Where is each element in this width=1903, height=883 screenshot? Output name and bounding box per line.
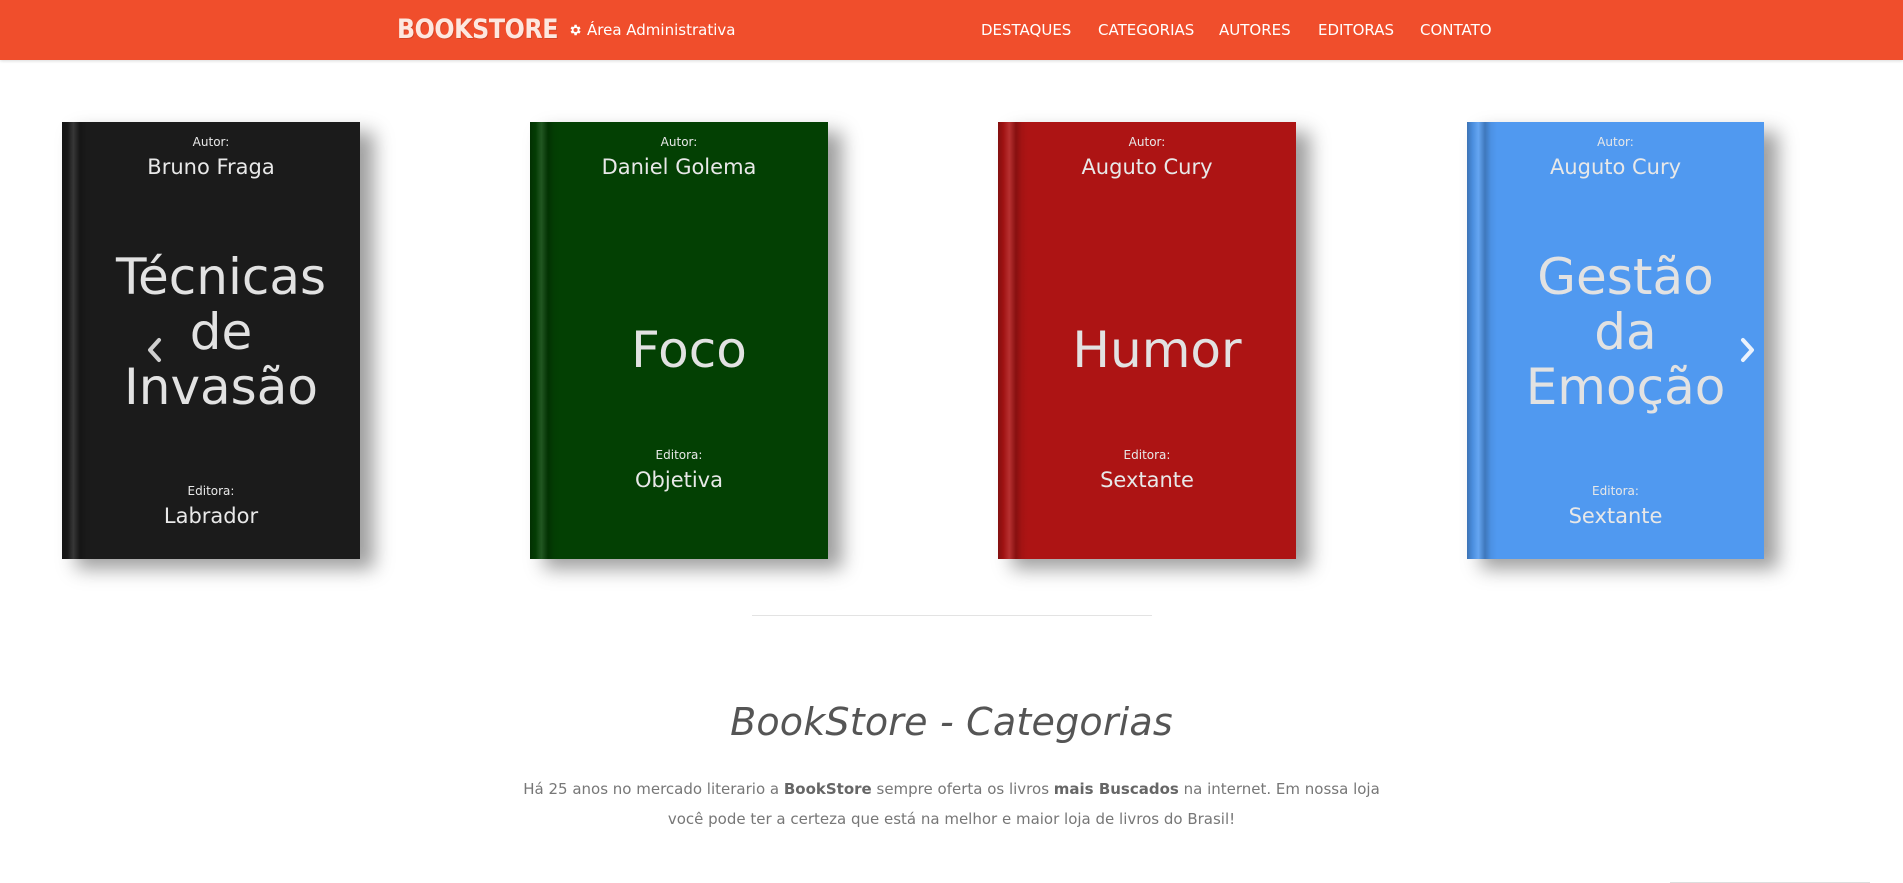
publisher-name: Sextante [1100,468,1194,492]
publisher-name: Labrador [163,504,259,528]
book-title-line: de [189,303,253,361]
brand-logo[interactable]: BOOKSTORE [397,11,558,49]
section-divider [752,615,1152,616]
section-description: Há 25 anos no mercado literario a BookSt… [520,774,1383,834]
book-title: Técnicas de Invasão [82,250,360,415]
nav-item-editoras[interactable]: EDITORAS [1318,18,1394,42]
book-card[interactable]: Autor: Auguto Cury Gestão da Emoção Edit… [1467,122,1764,559]
author-name: Auguto Cury [1549,155,1682,179]
admin-area-link[interactable]: Área Administrativa [568,18,735,42]
description-text: Há 25 anos no mercado literario a [523,780,784,798]
publisher-name: Objetiva [635,468,723,492]
book-title-line: Gestão [1537,248,1714,306]
book-title: Humor [1018,323,1296,378]
author-label: Autor: [1597,135,1634,149]
gear-icon [568,23,582,37]
chevron-left-icon [145,337,165,363]
chevron-right-icon [1737,337,1757,363]
book-title: Foco [550,323,828,378]
admin-area-label: Área Administrativa [587,21,736,39]
author-name: Auguto Cury [1081,155,1213,179]
publisher-label: Editora: [187,484,235,498]
carousel-next-button[interactable] [1735,335,1759,365]
book-carousel: Autor: Bruno Fraga Técnicas de Invasão E… [0,60,1903,580]
author-name: Bruno Fraga [147,155,275,179]
description-text: sempre oferta os livros [871,780,1054,798]
navbar: BOOKSTORE Área Administrativa DESTAQUES … [0,0,1903,60]
book-title: Gestão da Emoção [1487,250,1764,415]
carousel-prev-button[interactable] [143,335,167,365]
publisher-label: Editora: [1592,484,1639,498]
book-title-line: Foco [631,321,747,379]
description-highlight: mais Buscados [1053,780,1179,798]
section-title: BookStore - Categorias [730,700,1173,744]
book-card[interactable]: Autor: Daniel Golema Foco Editora: Objet… [530,122,828,559]
book-title-line: da [1594,303,1657,361]
publisher-label: Editora: [1123,448,1171,462]
description-highlight: BookStore [783,780,872,798]
author-label: Autor: [660,135,698,149]
nav-item-contato[interactable]: CONTATO [1420,18,1492,42]
publisher-name: Sextante [1568,504,1663,528]
publisher-label: Editora: [655,448,703,462]
book-title-line: Humor [1072,321,1242,379]
nav-item-destaques[interactable]: DESTAQUES [981,18,1071,42]
author-label: Autor: [192,135,230,149]
book-title-line: Emoção [1525,358,1726,416]
book-card[interactable]: Autor: Auguto Cury Humor Editora: Sextan… [998,122,1296,559]
book-title-line: Invasão [124,358,318,416]
author-label: Autor: [1128,135,1166,149]
nav-item-categorias[interactable]: CATEGORIAS [1098,18,1194,42]
book-card[interactable]: Autor: Bruno Fraga Técnicas de Invasão E… [62,122,360,559]
author-name: Daniel Golema [601,155,757,179]
book-title-line: Técnicas [115,248,327,306]
nav-item-autores[interactable]: AUTORES [1219,18,1291,42]
